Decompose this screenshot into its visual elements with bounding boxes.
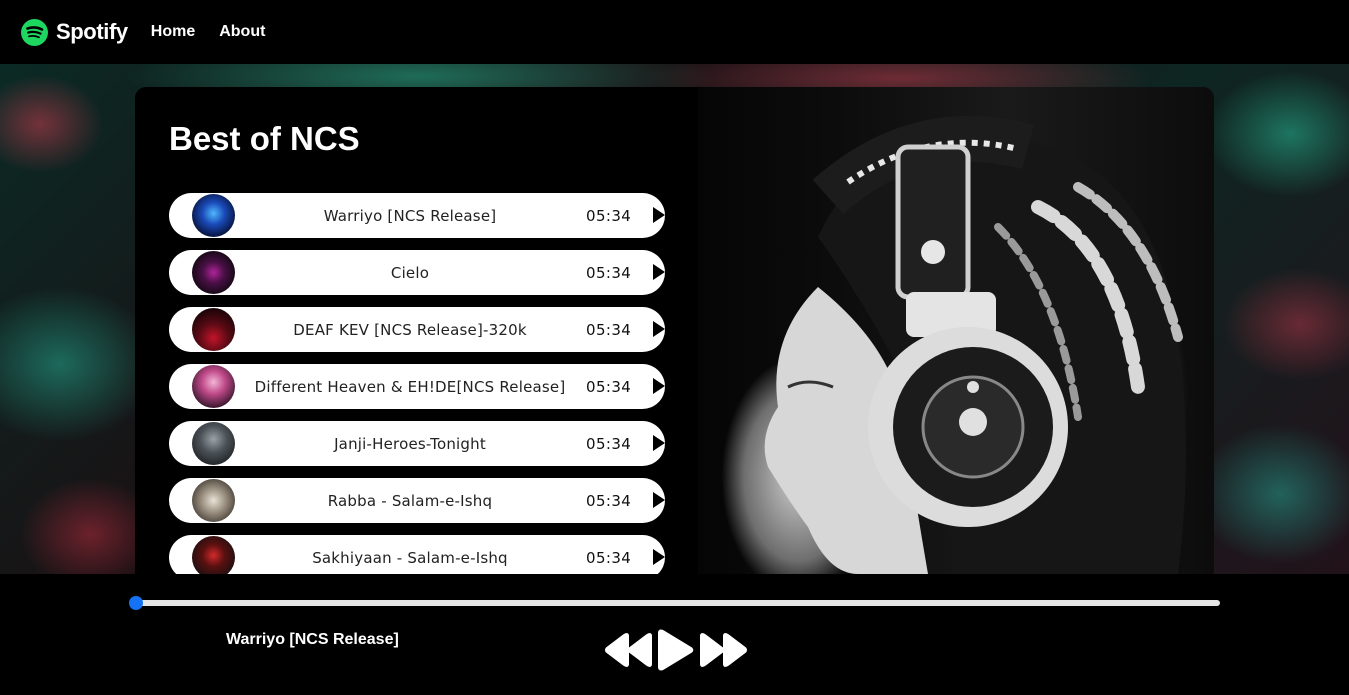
play-icon[interactable] — [653, 378, 665, 394]
album-cover-icon — [192, 536, 235, 574]
now-playing-title: Warriyo [NCS Release] — [226, 631, 399, 648]
song-name: Janji-Heroes-Tonight — [334, 434, 486, 453]
play-icon[interactable] — [653, 435, 665, 451]
album-cover-icon — [192, 365, 235, 408]
song-item[interactable]: Cielo 05:34 — [169, 250, 665, 295]
progress-thumb[interactable] — [129, 596, 143, 610]
play-icon[interactable] — [653, 207, 665, 223]
album-cover-icon — [192, 422, 235, 465]
album-cover-icon — [192, 479, 235, 522]
song-name: Different Heaven & EH!DE[NCS Release] — [254, 377, 566, 396]
song-item[interactable]: Warriyo [NCS Release] 05:34 — [169, 193, 665, 238]
song-duration: 05:34 — [586, 263, 632, 282]
song-duration: 05:34 — [586, 548, 632, 567]
brand[interactable]: Spotify — [21, 18, 128, 46]
song-item[interactable]: Sakhiyaan - Salam-e-Ishq 05:34 — [169, 535, 665, 574]
song-item[interactable]: Different Heaven & EH!DE[NCS Release] 05… — [169, 364, 665, 409]
navbar: Spotify Home About — [0, 0, 1349, 64]
song-item[interactable]: Rabba - Salam-e-Ishq 05:34 — [169, 478, 665, 523]
playlist-title: Best of NCS — [169, 120, 360, 157]
song-item[interactable]: Janji-Heroes-Tonight 05:34 — [169, 421, 665, 466]
brand-name: Spotify — [56, 19, 128, 44]
playlist-card: Best of NCS Warriyo [NCS Release] 05:34 … — [135, 87, 1214, 574]
album-cover-icon — [192, 251, 235, 294]
song-name: DEAF KEV [NCS Release]-320k — [293, 320, 527, 339]
song-duration: 05:34 — [586, 206, 632, 225]
album-cover-icon — [192, 308, 235, 351]
song-item[interactable]: DEAF KEV [NCS Release]-320k 05:34 — [169, 307, 665, 352]
play-icon[interactable] — [653, 321, 665, 337]
previous-icon[interactable] — [603, 631, 653, 669]
spotify-logo-icon — [21, 18, 48, 46]
play-icon[interactable] — [656, 628, 696, 672]
nav-link-about[interactable]: About — [219, 23, 265, 41]
song-name: Cielo — [390, 263, 430, 282]
song-duration: 05:34 — [586, 377, 632, 396]
song-list: Warriyo [NCS Release] 05:34 Cielo 05:34 … — [169, 193, 665, 574]
song-duration: 05:34 — [586, 491, 632, 510]
song-name: Sakhiyaan - Salam-e-Ishq — [312, 548, 508, 567]
player-bar: Warriyo [NCS Release] — [0, 574, 1349, 695]
song-duration: 05:34 — [586, 434, 632, 453]
play-icon[interactable] — [653, 264, 665, 280]
song-name: Warriyo [NCS Release] — [323, 206, 497, 225]
song-name: Rabba - Salam-e-Ishq — [327, 491, 493, 510]
playback-controls — [603, 628, 749, 672]
nav-link-home[interactable]: Home — [151, 23, 195, 41]
hero-image — [698, 87, 1214, 574]
album-cover-icon — [192, 194, 235, 237]
play-icon[interactable] — [653, 492, 665, 508]
play-icon[interactable] — [653, 549, 665, 565]
next-icon[interactable] — [699, 631, 749, 669]
progress-bar[interactable] — [129, 596, 1220, 610]
song-duration: 05:34 — [586, 320, 632, 339]
